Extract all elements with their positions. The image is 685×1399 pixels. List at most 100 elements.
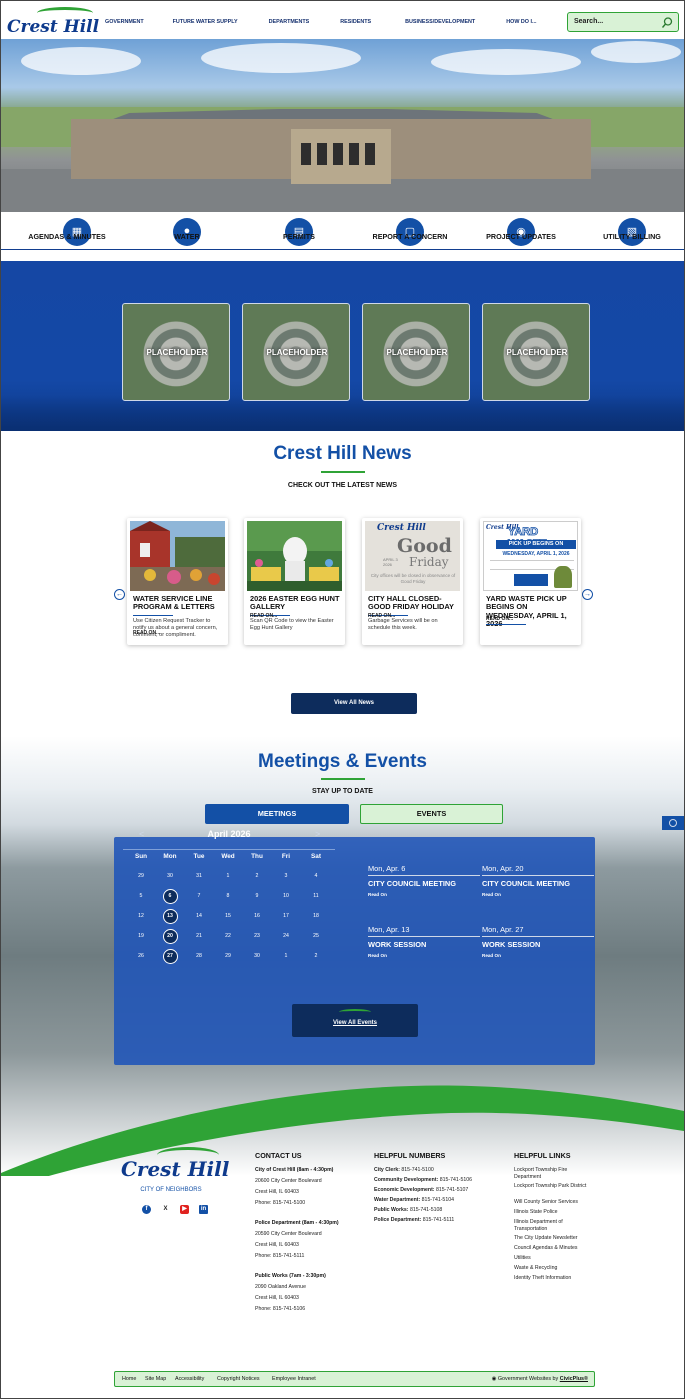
footer-logo[interactable]: Crest Hill CITY OF NEIGHBORS xyxy=(121,1147,229,1203)
civicplus-link[interactable]: CivicPlus® xyxy=(560,1376,588,1382)
search-icon[interactable] xyxy=(660,16,674,30)
nav-departments[interactable]: DEPARTMENTS xyxy=(269,19,310,25)
footer-link[interactable]: Utilities xyxy=(514,1255,594,1262)
news-card[interactable]: Crest Hill YARD WASTE PICK UP BEGINS ON … xyxy=(480,518,581,645)
calendar-day[interactable]: 10 xyxy=(271,893,301,899)
calendar-day[interactable]: 5 xyxy=(126,893,156,899)
calendar-day[interactable]: 19 xyxy=(126,933,156,939)
footer-link-site-map[interactable]: Site Map xyxy=(145,1376,166,1382)
footer-contact-line[interactable]: Phone: 815-741-5106 xyxy=(255,1306,305,1313)
news-card[interactable]: Crest Hill Good APRIL 3 2026 Friday City… xyxy=(362,518,463,645)
nav-government[interactable]: GOVERNMENT xyxy=(105,19,144,25)
event-title[interactable]: WORK SESSION xyxy=(368,940,426,949)
event-read-on[interactable]: Read On xyxy=(368,953,387,958)
news-card[interactable]: 2026 EASTER EGG HUNT GALLERY Scan QR Cod… xyxy=(244,518,345,645)
calendar-day[interactable]: 29 xyxy=(213,953,243,959)
youtube-icon[interactable]: ▶ xyxy=(180,1205,189,1214)
calendar-day[interactable]: 23 xyxy=(242,933,272,939)
placeholder-tile[interactable]: PLACEHOLDER xyxy=(242,303,350,401)
footer-link[interactable]: Waste & Recycling xyxy=(514,1265,594,1272)
calendar-day[interactable]: 31 xyxy=(184,873,214,879)
calendar-day[interactable]: 27 xyxy=(155,949,185,964)
footer-link[interactable]: Lockport Township Park District xyxy=(514,1183,594,1190)
footer-link[interactable]: Will County Senior Services xyxy=(514,1199,594,1206)
footer-link[interactable]: Council Agendas & Minutes xyxy=(514,1245,594,1252)
calendar-day[interactable]: 15 xyxy=(213,913,243,919)
calendar-day[interactable]: 1 xyxy=(271,953,301,959)
news-card[interactable]: WATER SERVICE LINE PROGRAM & LETTERS Use… xyxy=(127,518,228,645)
search-input[interactable]: Search... xyxy=(574,18,603,25)
news-next-arrow-icon[interactable]: → xyxy=(582,589,593,600)
calendar-day[interactable]: 12 xyxy=(126,913,156,919)
calendar-day[interactable]: 7 xyxy=(184,893,214,899)
footer-link-intranet[interactable]: Employee Intranet xyxy=(272,1376,316,1382)
calendar-day[interactable]: 25 xyxy=(301,933,331,939)
placeholder-tile[interactable]: PLACEHOLDER xyxy=(362,303,470,401)
footer-contact-line[interactable]: Phone: 815-741-5100 xyxy=(255,1200,305,1207)
tab-meetings[interactable]: MEETINGS xyxy=(205,804,349,824)
news-card-read-on[interactable]: READ ON... xyxy=(486,616,513,622)
side-accessibility-tab[interactable] xyxy=(662,816,684,830)
news-card-read-on[interactable]: READ ON... xyxy=(250,613,277,619)
calendar-day[interactable]: 28 xyxy=(184,953,214,959)
placeholder-tile[interactable]: PLACEHOLDER xyxy=(482,303,590,401)
news-card-title[interactable]: 2026 EASTER EGG HUNT GALLERY xyxy=(250,594,342,612)
view-all-events-button[interactable]: View All Events xyxy=(292,1004,418,1037)
calendar-day[interactable]: 22 xyxy=(213,933,243,939)
footer-link[interactable]: The City Update Newsletter xyxy=(514,1235,594,1242)
calendar-day[interactable]: 1 xyxy=(213,873,243,879)
calendar-day[interactable]: 30 xyxy=(242,953,272,959)
calendar-day[interactable]: 17 xyxy=(271,913,301,919)
calendar-day[interactable]: 8 xyxy=(213,893,243,899)
event-title[interactable]: WORK SESSION xyxy=(482,940,540,949)
calendar-day[interactable]: 21 xyxy=(184,933,214,939)
calendar-day[interactable]: 29 xyxy=(126,873,156,879)
calendar-day[interactable]: 2 xyxy=(301,953,331,959)
tab-events[interactable]: EVENTS xyxy=(360,804,503,824)
linkedin-icon[interactable]: in xyxy=(199,1205,208,1214)
footer-link[interactable]: Lockport Township Fire Department xyxy=(514,1167,594,1181)
news-card-read-on[interactable]: READ ON... xyxy=(133,630,160,636)
news-card-title[interactable]: WATER SERVICE LINE PROGRAM & LETTERS xyxy=(133,594,225,612)
calendar-day[interactable]: 26 xyxy=(126,953,156,959)
calendar-next-icon[interactable]: > xyxy=(315,829,320,839)
facebook-icon[interactable]: f xyxy=(142,1205,151,1214)
calendar-day[interactable]: 14 xyxy=(184,913,214,919)
calendar-day[interactable]: 16 xyxy=(242,913,272,919)
view-all-news-button[interactable]: View All News xyxy=(291,693,417,714)
calendar-day[interactable]: 11 xyxy=(301,893,331,899)
calendar-day[interactable]: 24 xyxy=(271,933,301,939)
event-title[interactable]: CITY COUNCIL MEETING xyxy=(482,879,570,888)
news-card-title[interactable]: CITY HALL CLOSED- GOOD FRIDAY HOLIDAY xyxy=(368,594,460,612)
footer-contact-line[interactable]: Phone: 815-741-5111 xyxy=(255,1253,304,1260)
calendar-day[interactable]: 9 xyxy=(242,893,272,899)
calendar-day[interactable]: 3 xyxy=(271,873,301,879)
news-prev-arrow-icon[interactable]: ← xyxy=(114,589,125,600)
search-box[interactable]: Search... xyxy=(567,12,679,32)
calendar-day[interactable]: 2 xyxy=(242,873,272,879)
nav-how-do-i[interactable]: HOW DO I... xyxy=(506,19,536,25)
footer-link[interactable]: Illinois State Police xyxy=(514,1209,594,1216)
calendar-day[interactable]: 18 xyxy=(301,913,331,919)
news-card-read-on[interactable]: READ ON... xyxy=(368,613,395,619)
footer-link-accessibility[interactable]: Accessibility xyxy=(175,1376,204,1382)
placeholder-tile[interactable]: PLACEHOLDER xyxy=(122,303,230,401)
event-read-on[interactable]: Read On xyxy=(482,892,501,897)
calendar-day[interactable]: 4 xyxy=(301,873,331,879)
nav-future-water-supply[interactable]: FUTURE WATER SUPPLY xyxy=(173,19,238,25)
site-logo[interactable]: Crest Hill xyxy=(7,7,99,37)
event-title[interactable]: CITY COUNCIL MEETING xyxy=(368,879,456,888)
footer-link[interactable]: Illinois Department of Transportation xyxy=(514,1219,594,1233)
event-read-on[interactable]: Read On xyxy=(482,953,501,958)
nav-business-development[interactable]: BUSINESS/DEVELOPMENT xyxy=(405,19,475,25)
footer-link-copyright[interactable]: Copyright Notices xyxy=(217,1376,260,1382)
footer-link-home[interactable]: Home xyxy=(122,1376,136,1382)
x-twitter-icon[interactable]: X xyxy=(161,1205,170,1214)
calendar-day[interactable]: 30 xyxy=(155,873,185,879)
event-read-on[interactable]: Read On xyxy=(368,892,387,897)
footer-link[interactable]: Identity Theft Information xyxy=(514,1275,594,1282)
nav-residents[interactable]: RESIDENTS xyxy=(340,19,371,25)
calendar-day[interactable]: 13 xyxy=(155,909,185,924)
calendar-day[interactable]: 20 xyxy=(155,929,185,944)
calendar-day[interactable]: 6 xyxy=(155,889,185,904)
